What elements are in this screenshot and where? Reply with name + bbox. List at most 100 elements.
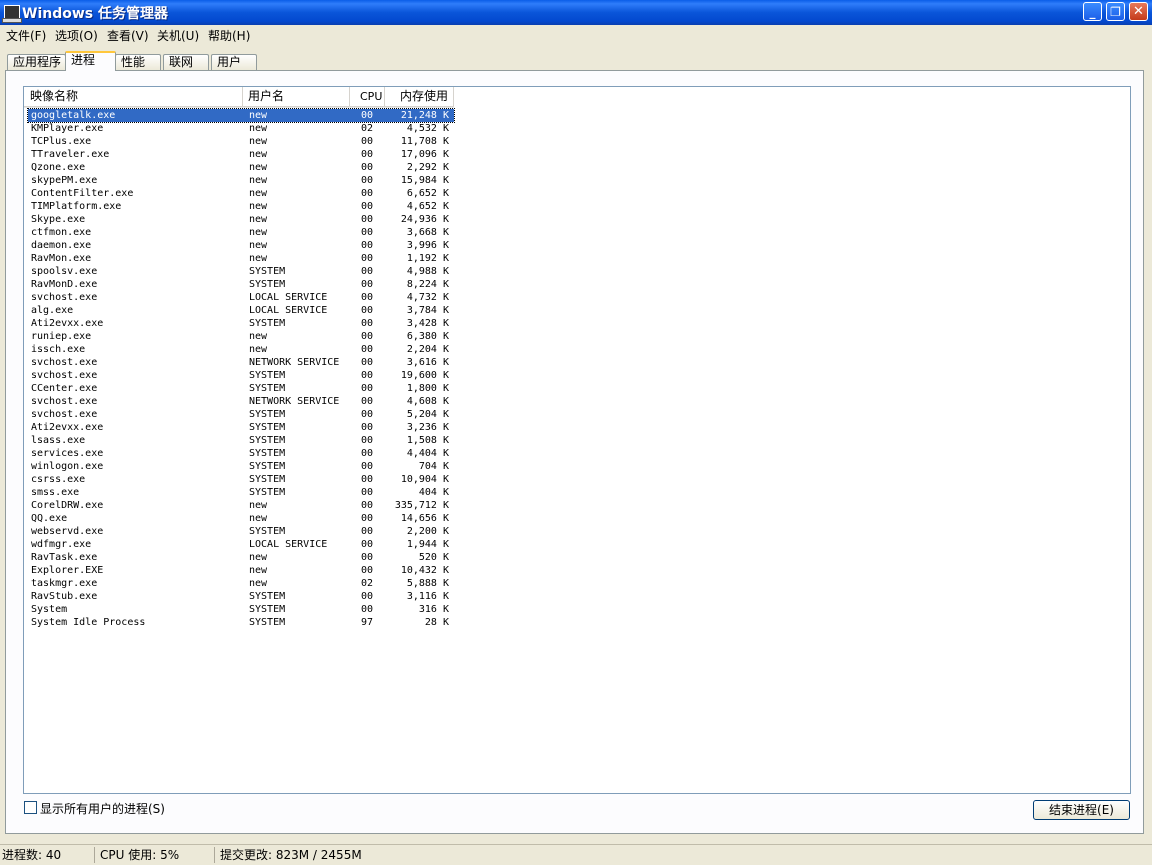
- process-image-name: CCenter.exe: [31, 383, 98, 394]
- process-row[interactable]: Ati2evxx.exe SYSTEM 00 3,236 K: [28, 421, 454, 434]
- column-header-image-name[interactable]: 映像名称: [24, 87, 243, 107]
- process-image-name: alg.exe: [31, 305, 74, 316]
- process-row[interactable]: KMPlayer.exe new 02 4,532 K: [28, 122, 454, 135]
- process-memory: 2,292 K: [406, 162, 449, 173]
- process-image-name: daemon.exe: [31, 240, 92, 251]
- process-row[interactable]: winlogon.exe SYSTEM 00 704 K: [28, 460, 454, 473]
- tab-applications[interactable]: 应用程序: [7, 54, 66, 70]
- process-row[interactable]: googletalk.exe new 00 21,248 K: [27, 108, 455, 123]
- process-row[interactable]: CCenter.exe SYSTEM 00 1,800 K: [28, 382, 454, 395]
- process-row[interactable]: issch.exe new 00 2,204 K: [28, 343, 454, 356]
- process-row[interactable]: skypePM.exe new 00 15,984 K: [28, 174, 454, 187]
- process-cpu: 00: [361, 461, 374, 472]
- process-memory: 4,732 K: [406, 292, 449, 303]
- process-image-name: svchost.exe: [31, 370, 98, 381]
- column-header-user-name[interactable]: 用户名: [243, 87, 350, 107]
- process-cpu: 00: [361, 591, 374, 602]
- menu-view[interactable]: 查看(V): [107, 27, 149, 44]
- status-bar: 进程数: 40 CPU 使用: 5% 提交更改: 823M / 2455M: [0, 844, 1152, 865]
- process-image-name: TCPlus.exe: [31, 136, 92, 147]
- process-row[interactable]: Skype.exe new 00 24,936 K: [28, 213, 454, 226]
- tab-networking[interactable]: 联网: [163, 54, 209, 70]
- process-row[interactable]: runiep.exe new 00 6,380 K: [28, 330, 454, 343]
- process-row[interactable]: ctfmon.exe new 00 3,668 K: [28, 226, 454, 239]
- title-bar[interactable]: Windows 任务管理器 _ ❐ ✕: [0, 0, 1152, 25]
- process-row[interactable]: TCPlus.exe new 00 11,708 K: [28, 135, 454, 148]
- process-memory: 3,236 K: [406, 422, 449, 433]
- process-row[interactable]: spoolsv.exe SYSTEM 00 4,988 K: [28, 265, 454, 278]
- minimize-button[interactable]: _: [1083, 2, 1102, 21]
- process-memory: 2,200 K: [406, 526, 449, 537]
- process-row[interactable]: svchost.exe SYSTEM 00 19,600 K: [28, 369, 454, 382]
- process-row[interactable]: Ati2evxx.exe SYSTEM 00 3,428 K: [28, 317, 454, 330]
- process-image-name: issch.exe: [31, 344, 86, 355]
- process-row[interactable]: System SYSTEM 00 316 K: [28, 603, 454, 616]
- process-row[interactable]: daemon.exe new 00 3,996 K: [28, 239, 454, 252]
- tab-performance[interactable]: 性能: [115, 54, 161, 70]
- column-header-memory[interactable]: 内存使用: [385, 87, 454, 107]
- process-image-name: CorelDRW.exe: [31, 500, 104, 511]
- process-image-name: skypePM.exe: [31, 175, 98, 186]
- close-button[interactable]: ✕: [1129, 2, 1148, 21]
- column-header-cpu[interactable]: CPU: [350, 87, 385, 107]
- process-row[interactable]: ContentFilter.exe new 00 6,652 K: [28, 187, 454, 200]
- process-row[interactable]: wdfmgr.exe LOCAL SERVICE 00 1,944 K: [28, 538, 454, 551]
- process-row[interactable]: svchost.exe NETWORK SERVICE 00 3,616 K: [28, 356, 454, 369]
- menu-options[interactable]: 选项(O): [55, 27, 98, 44]
- process-row[interactable]: CorelDRW.exe new 00 335,712 K: [28, 499, 454, 512]
- process-memory: 10,432 K: [400, 565, 449, 576]
- process-row[interactable]: svchost.exe LOCAL SERVICE 00 4,732 K: [28, 291, 454, 304]
- process-cpu: 00: [361, 240, 374, 251]
- process-row[interactable]: lsass.exe SYSTEM 00 1,508 K: [28, 434, 454, 447]
- process-row[interactable]: RavTask.exe new 00 520 K: [28, 551, 454, 564]
- process-cpu: 00: [361, 383, 374, 394]
- show-all-users-checkbox[interactable]: [24, 801, 37, 814]
- process-memory: 21,248 K: [400, 110, 449, 121]
- process-row[interactable]: csrss.exe SYSTEM 00 10,904 K: [28, 473, 454, 486]
- process-row[interactable]: services.exe SYSTEM 00 4,404 K: [28, 447, 454, 460]
- process-memory: 5,888 K: [406, 578, 449, 589]
- process-row[interactable]: RavStub.exe SYSTEM 00 3,116 K: [28, 590, 454, 603]
- tab-processes[interactable]: 进程: [65, 51, 116, 71]
- process-cpu: 00: [361, 227, 374, 238]
- process-row[interactable]: svchost.exe NETWORK SERVICE 00 4,608 K: [28, 395, 454, 408]
- menu-file[interactable]: 文件(F): [6, 27, 46, 44]
- process-user-name: SYSTEM: [249, 318, 286, 329]
- menu-help[interactable]: 帮助(H): [208, 27, 250, 44]
- process-user-name: new: [249, 188, 268, 199]
- process-row[interactable]: taskmgr.exe new 02 5,888 K: [28, 577, 454, 590]
- process-user-name: SYSTEM: [249, 435, 286, 446]
- process-row[interactable]: RavMonD.exe SYSTEM 00 8,224 K: [28, 278, 454, 291]
- show-all-users-label[interactable]: 显示所有用户的进程(S): [40, 800, 165, 817]
- process-memory: 2,204 K: [406, 344, 449, 355]
- process-cpu: 00: [361, 565, 374, 576]
- end-process-button[interactable]: 结束进程(E): [1033, 800, 1130, 820]
- menu-bar: 文件(F) 选项(O) 查看(V) 关机(U) 帮助(H): [0, 25, 1152, 45]
- process-cpu: 00: [361, 214, 374, 225]
- process-user-name: new: [249, 175, 268, 186]
- process-row[interactable]: alg.exe LOCAL SERVICE 00 3,784 K: [28, 304, 454, 317]
- process-row[interactable]: TIMPlatform.exe new 00 4,652 K: [28, 200, 454, 213]
- process-row[interactable]: Explorer.EXE new 00 10,432 K: [28, 564, 454, 577]
- task-manager-icon: [2, 5, 22, 23]
- process-image-name: QQ.exe: [31, 513, 68, 524]
- process-cpu: 00: [361, 526, 374, 537]
- process-user-name: SYSTEM: [249, 448, 286, 459]
- maximize-button[interactable]: ❐: [1106, 2, 1125, 21]
- process-image-name: RavMon.exe: [31, 253, 92, 264]
- process-row[interactable]: QQ.exe new 00 14,656 K: [28, 512, 454, 525]
- process-memory: 17,096 K: [400, 149, 449, 160]
- process-row[interactable]: webservd.exe SYSTEM 00 2,200 K: [28, 525, 454, 538]
- process-cpu: 97: [361, 617, 374, 628]
- process-list[interactable]: 映像名称 用户名 CPU 内存使用 googletalk.exe new 00 21,…: [23, 86, 1131, 794]
- process-row[interactable]: TTraveler.exe new 00 17,096 K: [28, 148, 454, 161]
- process-row[interactable]: svchost.exe SYSTEM 00 5,204 K: [28, 408, 454, 421]
- process-row[interactable]: RavMon.exe new 00 1,192 K: [28, 252, 454, 265]
- tab-users[interactable]: 用户: [211, 54, 257, 70]
- process-memory: 1,192 K: [406, 253, 449, 264]
- process-row[interactable]: Qzone.exe new 00 2,292 K: [28, 161, 454, 174]
- process-row[interactable]: System Idle Process SYSTEM 97 28 K: [28, 616, 454, 629]
- process-row[interactable]: smss.exe SYSTEM 00 404 K: [28, 486, 454, 499]
- menu-shutdown[interactable]: 关机(U): [157, 27, 199, 44]
- process-memory: 28 K: [424, 617, 449, 628]
